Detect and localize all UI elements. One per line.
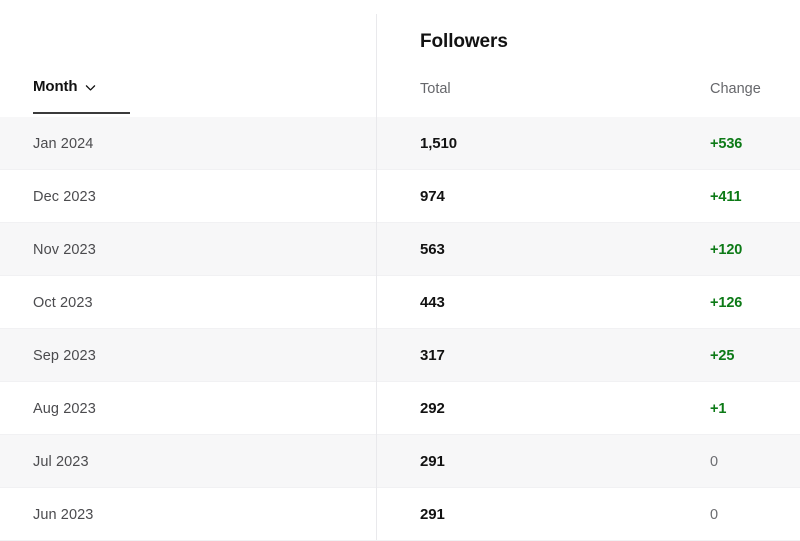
cell-change: 0: [710, 453, 718, 470]
month-column-label: Month: [33, 78, 78, 95]
cell-month: Sep 2023: [33, 347, 96, 364]
cell-month: Aug 2023: [33, 400, 96, 417]
cell-change: +120: [710, 241, 743, 258]
table-row[interactable]: Aug 2023 292 +1: [0, 382, 800, 435]
cell-change: 0: [710, 506, 718, 523]
cell-change: +25: [710, 347, 735, 364]
cell-total: 291: [420, 453, 445, 470]
cell-change: +536: [710, 135, 743, 152]
table-body: Jan 2024 1,510 +536 Dec 2023 974 +411 Nov 2023…: [0, 117, 800, 541]
total-column-header: Total: [420, 81, 451, 97]
cell-change: +411: [710, 188, 742, 205]
table-row[interactable]: Jul 2023 291 0: [0, 435, 800, 488]
table-row[interactable]: Nov 2023 563 +120: [0, 223, 800, 276]
month-column-sort-header[interactable]: Month: [33, 78, 97, 95]
cell-total: 1,510: [420, 135, 458, 152]
followers-group-title: Followers: [420, 31, 508, 52]
cell-total: 317: [420, 347, 445, 364]
table-header: Followers Month Total Change: [0, 0, 800, 117]
cell-month: Jan 2024: [33, 135, 94, 152]
cell-total: 443: [420, 294, 445, 311]
cell-month: Jul 2023: [33, 453, 89, 470]
cell-change: +126: [710, 294, 743, 311]
month-column-active-underline: [33, 112, 130, 114]
cell-month: Jun 2023: [33, 506, 94, 523]
table-row[interactable]: Jan 2024 1,510 +536: [0, 117, 800, 170]
cell-change: +1: [710, 400, 727, 417]
change-column-header: Change: [710, 81, 761, 97]
table-row[interactable]: Dec 2023 974 +411: [0, 170, 800, 223]
cell-month: Oct 2023: [33, 294, 93, 311]
followers-stats-table: Followers Month Total Change Jan 2024 1,5…: [0, 0, 800, 541]
cell-month: Nov 2023: [33, 241, 96, 258]
table-row[interactable]: Sep 2023 317 +25: [0, 329, 800, 382]
chevron-down-icon: [84, 81, 97, 94]
table-row[interactable]: Oct 2023 443 +126: [0, 276, 800, 329]
column-divider: [376, 14, 377, 540]
cell-total: 292: [420, 400, 445, 417]
cell-total: 563: [420, 241, 445, 258]
cell-month: Dec 2023: [33, 188, 96, 205]
cell-total: 974: [420, 188, 445, 205]
table-row[interactable]: Jun 2023 291 0: [0, 488, 800, 541]
cell-total: 291: [420, 506, 445, 523]
